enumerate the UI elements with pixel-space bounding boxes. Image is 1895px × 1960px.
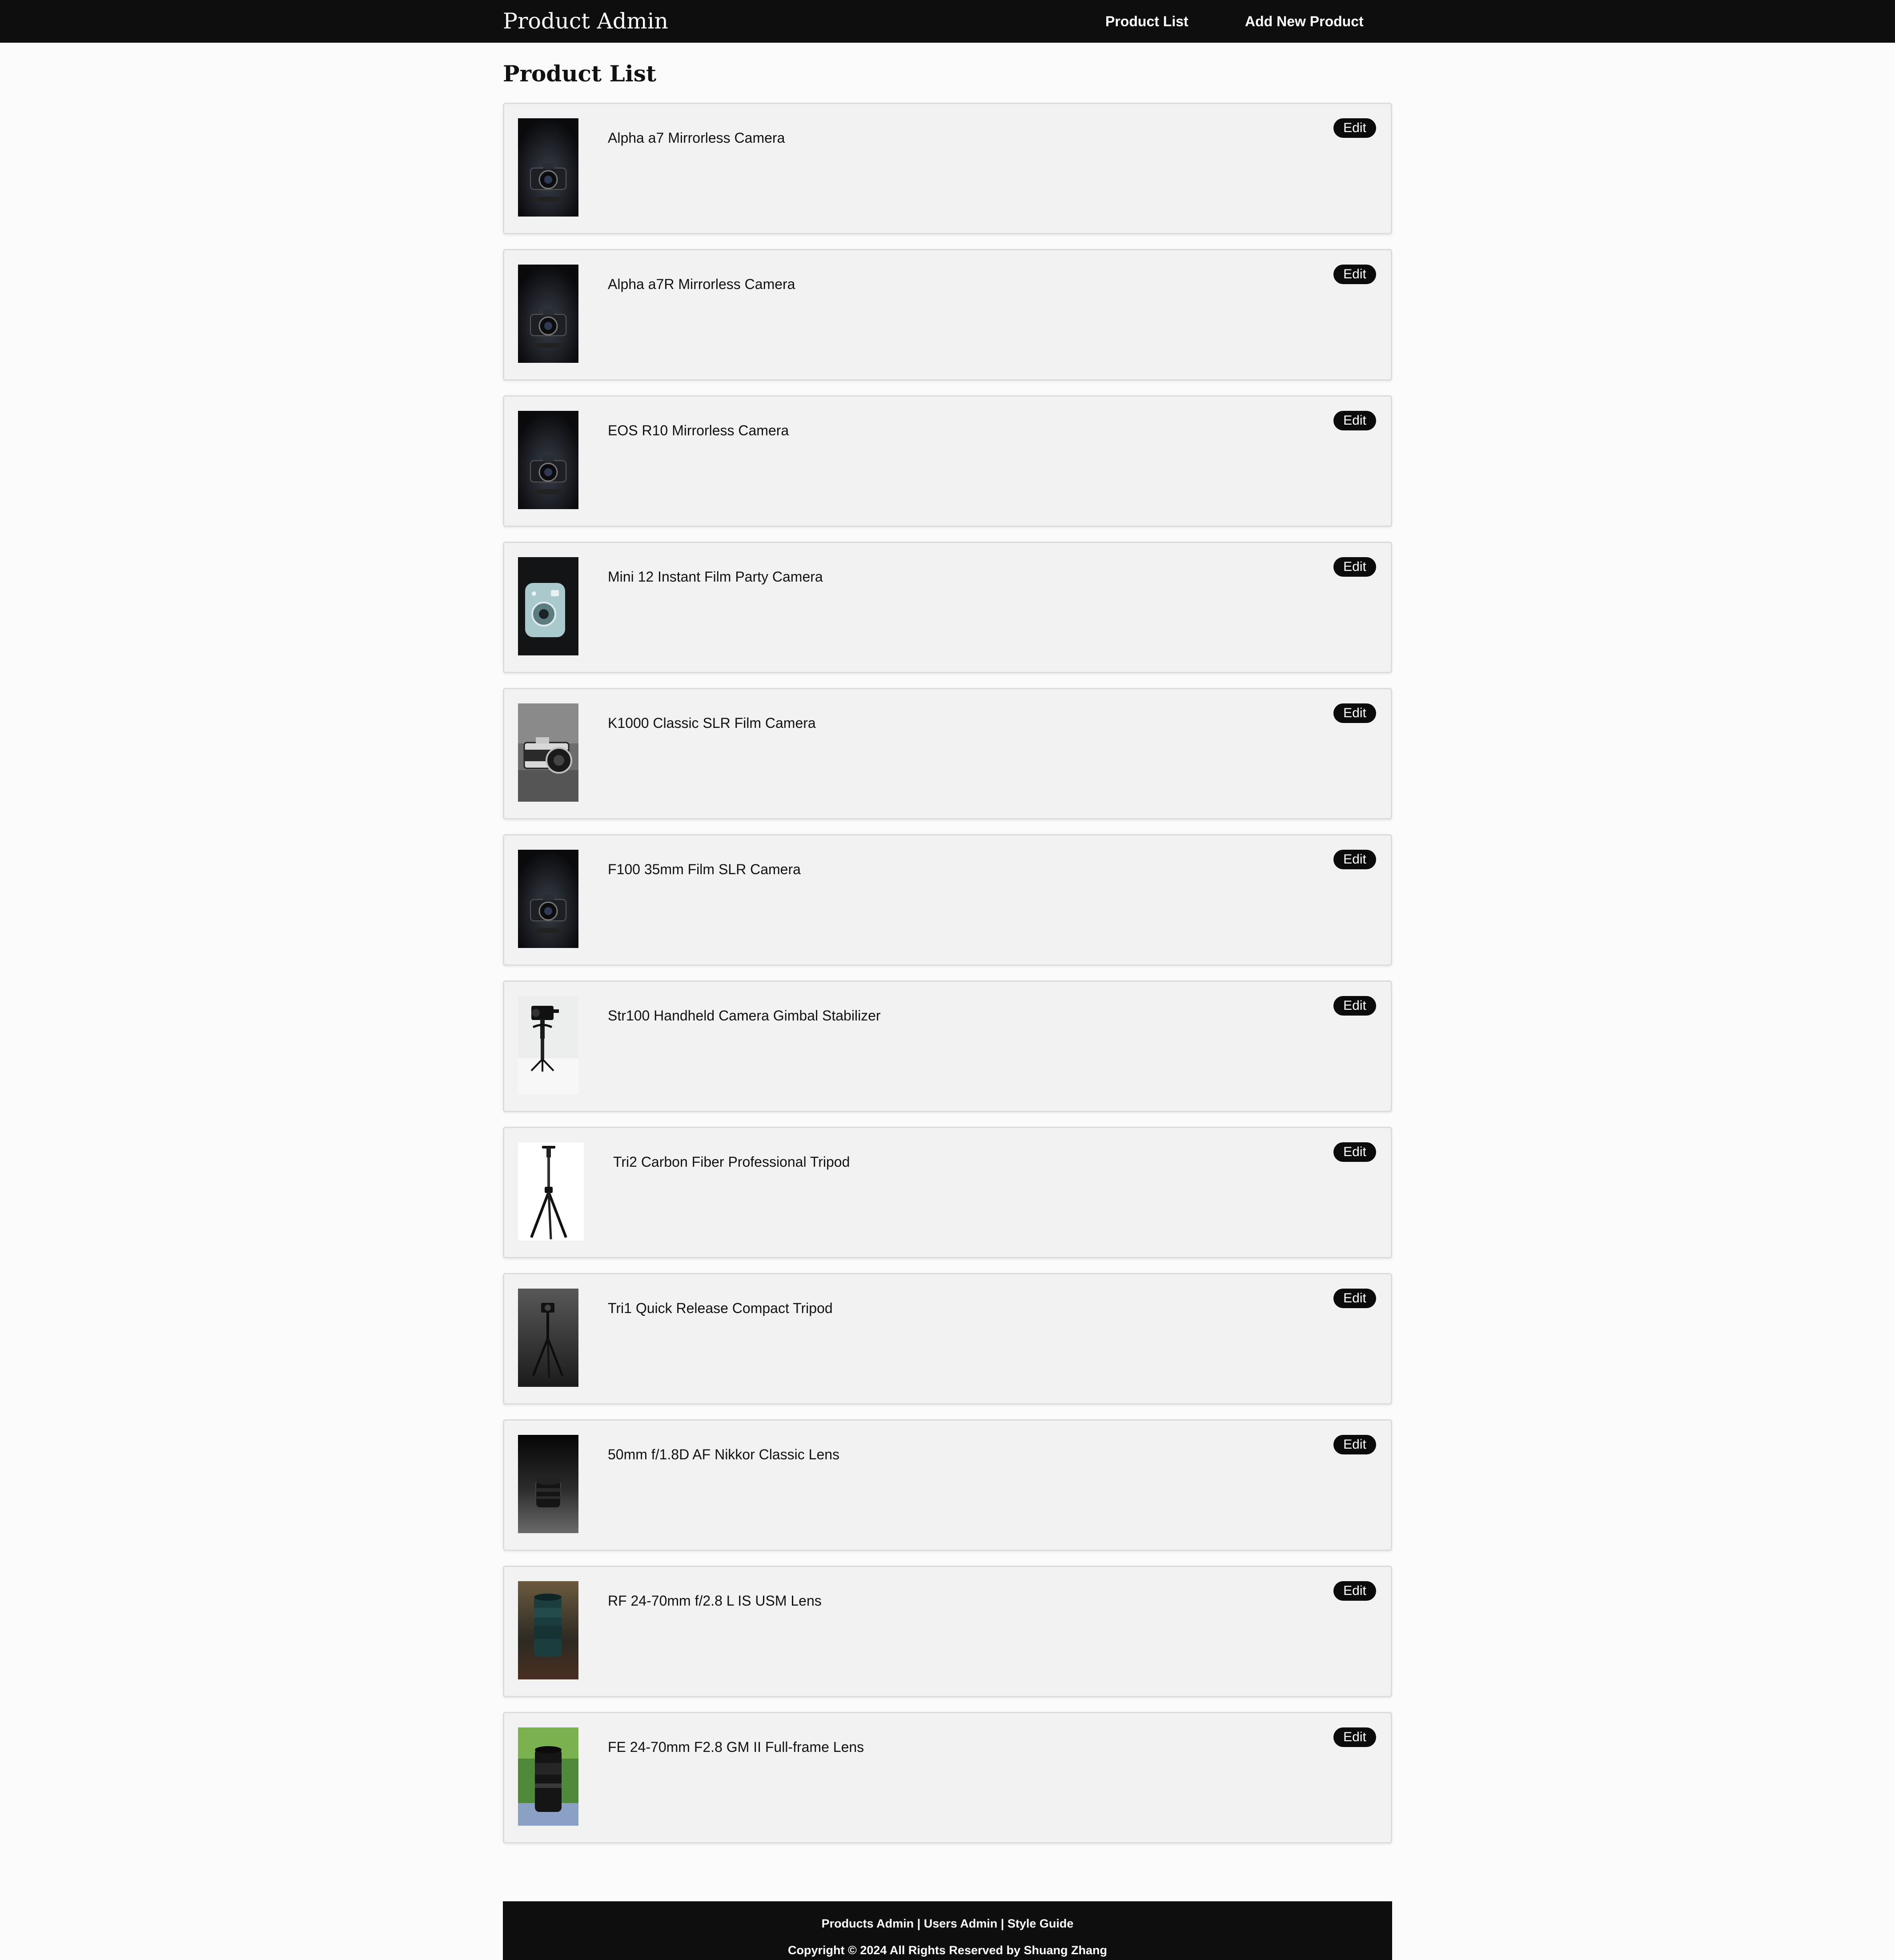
product-thumbnail	[518, 411, 578, 509]
nav-add-new-product-link[interactable]: Add New Product	[1245, 10, 1364, 33]
product-name: RF 24-70mm f/2.8 L IS USM Lens	[608, 1593, 822, 1609]
footer-link-products-admin[interactable]: Products Admin	[822, 1917, 914, 1930]
edit-button[interactable]: Edit	[1333, 1581, 1376, 1601]
product-card: Alpha a7 Mirrorless Camera Edit	[503, 103, 1392, 234]
product-name: K1000 Classic SLR Film Camera	[608, 715, 816, 731]
footer-links: Products Admin | Users Admin | Style Gui…	[503, 1916, 1392, 1932]
product-name: Alpha a7 Mirrorless Camera	[608, 130, 785, 146]
nav-product-list-link[interactable]: Product List	[1105, 10, 1188, 33]
product-card: Mini 12 Instant Film Party Camera Edit	[503, 542, 1392, 673]
edit-button[interactable]: Edit	[1333, 996, 1376, 1016]
product-thumbnail	[518, 118, 578, 217]
footer-copyright: Copyright © 2024 All Rights Reserved by …	[787, 1944, 1108, 1957]
product-thumbnail	[518, 703, 578, 802]
footer-link-style-guide[interactable]: Style Guide	[1008, 1917, 1074, 1930]
edit-button[interactable]: Edit	[1333, 1727, 1376, 1747]
page-title: Product List	[503, 60, 656, 87]
edit-button[interactable]: Edit	[1333, 1289, 1376, 1308]
top-navbar: Product Admin Product List Add New Produ…	[0, 0, 1895, 43]
product-card: RF 24-70mm f/2.8 L IS USM Lens Edit	[503, 1566, 1392, 1697]
product-name: FE 24-70mm F2.8 GM II Full-frame Lens	[608, 1739, 864, 1755]
edit-button[interactable]: Edit	[1333, 411, 1376, 430]
product-name: Mini 12 Instant Film Party Camera	[608, 569, 823, 585]
product-thumbnail	[518, 1581, 578, 1679]
product-card: Alpha a7R Mirrorless Camera Edit	[503, 249, 1392, 381]
footer-separator: |	[1000, 1917, 1004, 1930]
footer-link-users-admin[interactable]: Users Admin	[924, 1917, 998, 1930]
product-thumbnail	[518, 1289, 578, 1387]
footer: Products Admin | Users Admin | Style Gui…	[503, 1901, 1392, 1960]
product-name: Alpha a7R Mirrorless Camera	[608, 276, 795, 292]
product-thumbnail	[518, 1727, 578, 1826]
product-card: K1000 Classic SLR Film Camera Edit	[503, 688, 1392, 819]
product-thumbnail	[518, 1435, 578, 1533]
product-thumbnail	[518, 557, 578, 655]
product-name: Str100 Handheld Camera Gimbal Stabilizer	[608, 1008, 881, 1024]
product-thumbnail	[518, 996, 578, 1094]
edit-button[interactable]: Edit	[1333, 557, 1376, 577]
product-card: EOS R10 Mirrorless Camera Edit	[503, 395, 1392, 527]
product-name: 50mm f/1.8D AF Nikkor Classic Lens	[608, 1446, 840, 1462]
product-card: F100 35mm Film SLR Camera Edit	[503, 834, 1392, 966]
product-name: F100 35mm Film SLR Camera	[608, 861, 801, 877]
brand-logo-link[interactable]: Product Admin	[503, 4, 668, 38]
edit-button[interactable]: Edit	[1333, 703, 1376, 723]
edit-button[interactable]: Edit	[1333, 1435, 1376, 1454]
product-thumbnail	[518, 265, 578, 363]
edit-button[interactable]: Edit	[1333, 850, 1376, 869]
edit-button[interactable]: Edit	[1333, 118, 1376, 138]
product-card: Tri1 Quick Release Compact Tripod Edit	[503, 1273, 1392, 1405]
product-card: 50mm f/1.8D AF Nikkor Classic Lens Edit	[503, 1419, 1392, 1551]
product-name: EOS R10 Mirrorless Camera	[608, 422, 789, 438]
footer-separator: |	[917, 1917, 921, 1930]
product-card: FE 24-70mm F2.8 GM II Full-frame Lens Edi…	[503, 1712, 1392, 1844]
product-thumbnail	[518, 850, 578, 948]
product-card: Str100 Handheld Camera Gimbal Stabilizer…	[503, 980, 1392, 1112]
product-name: Tri1 Quick Release Compact Tripod	[608, 1300, 833, 1316]
product-card: Tri2 Carbon Fiber Professional Tripod Edi…	[503, 1127, 1392, 1258]
edit-button[interactable]: Edit	[1333, 265, 1376, 284]
edit-button[interactable]: Edit	[1333, 1142, 1376, 1162]
product-thumbnail	[518, 1142, 584, 1241]
product-name: Tri2 Carbon Fiber Professional Tripod	[613, 1154, 850, 1170]
